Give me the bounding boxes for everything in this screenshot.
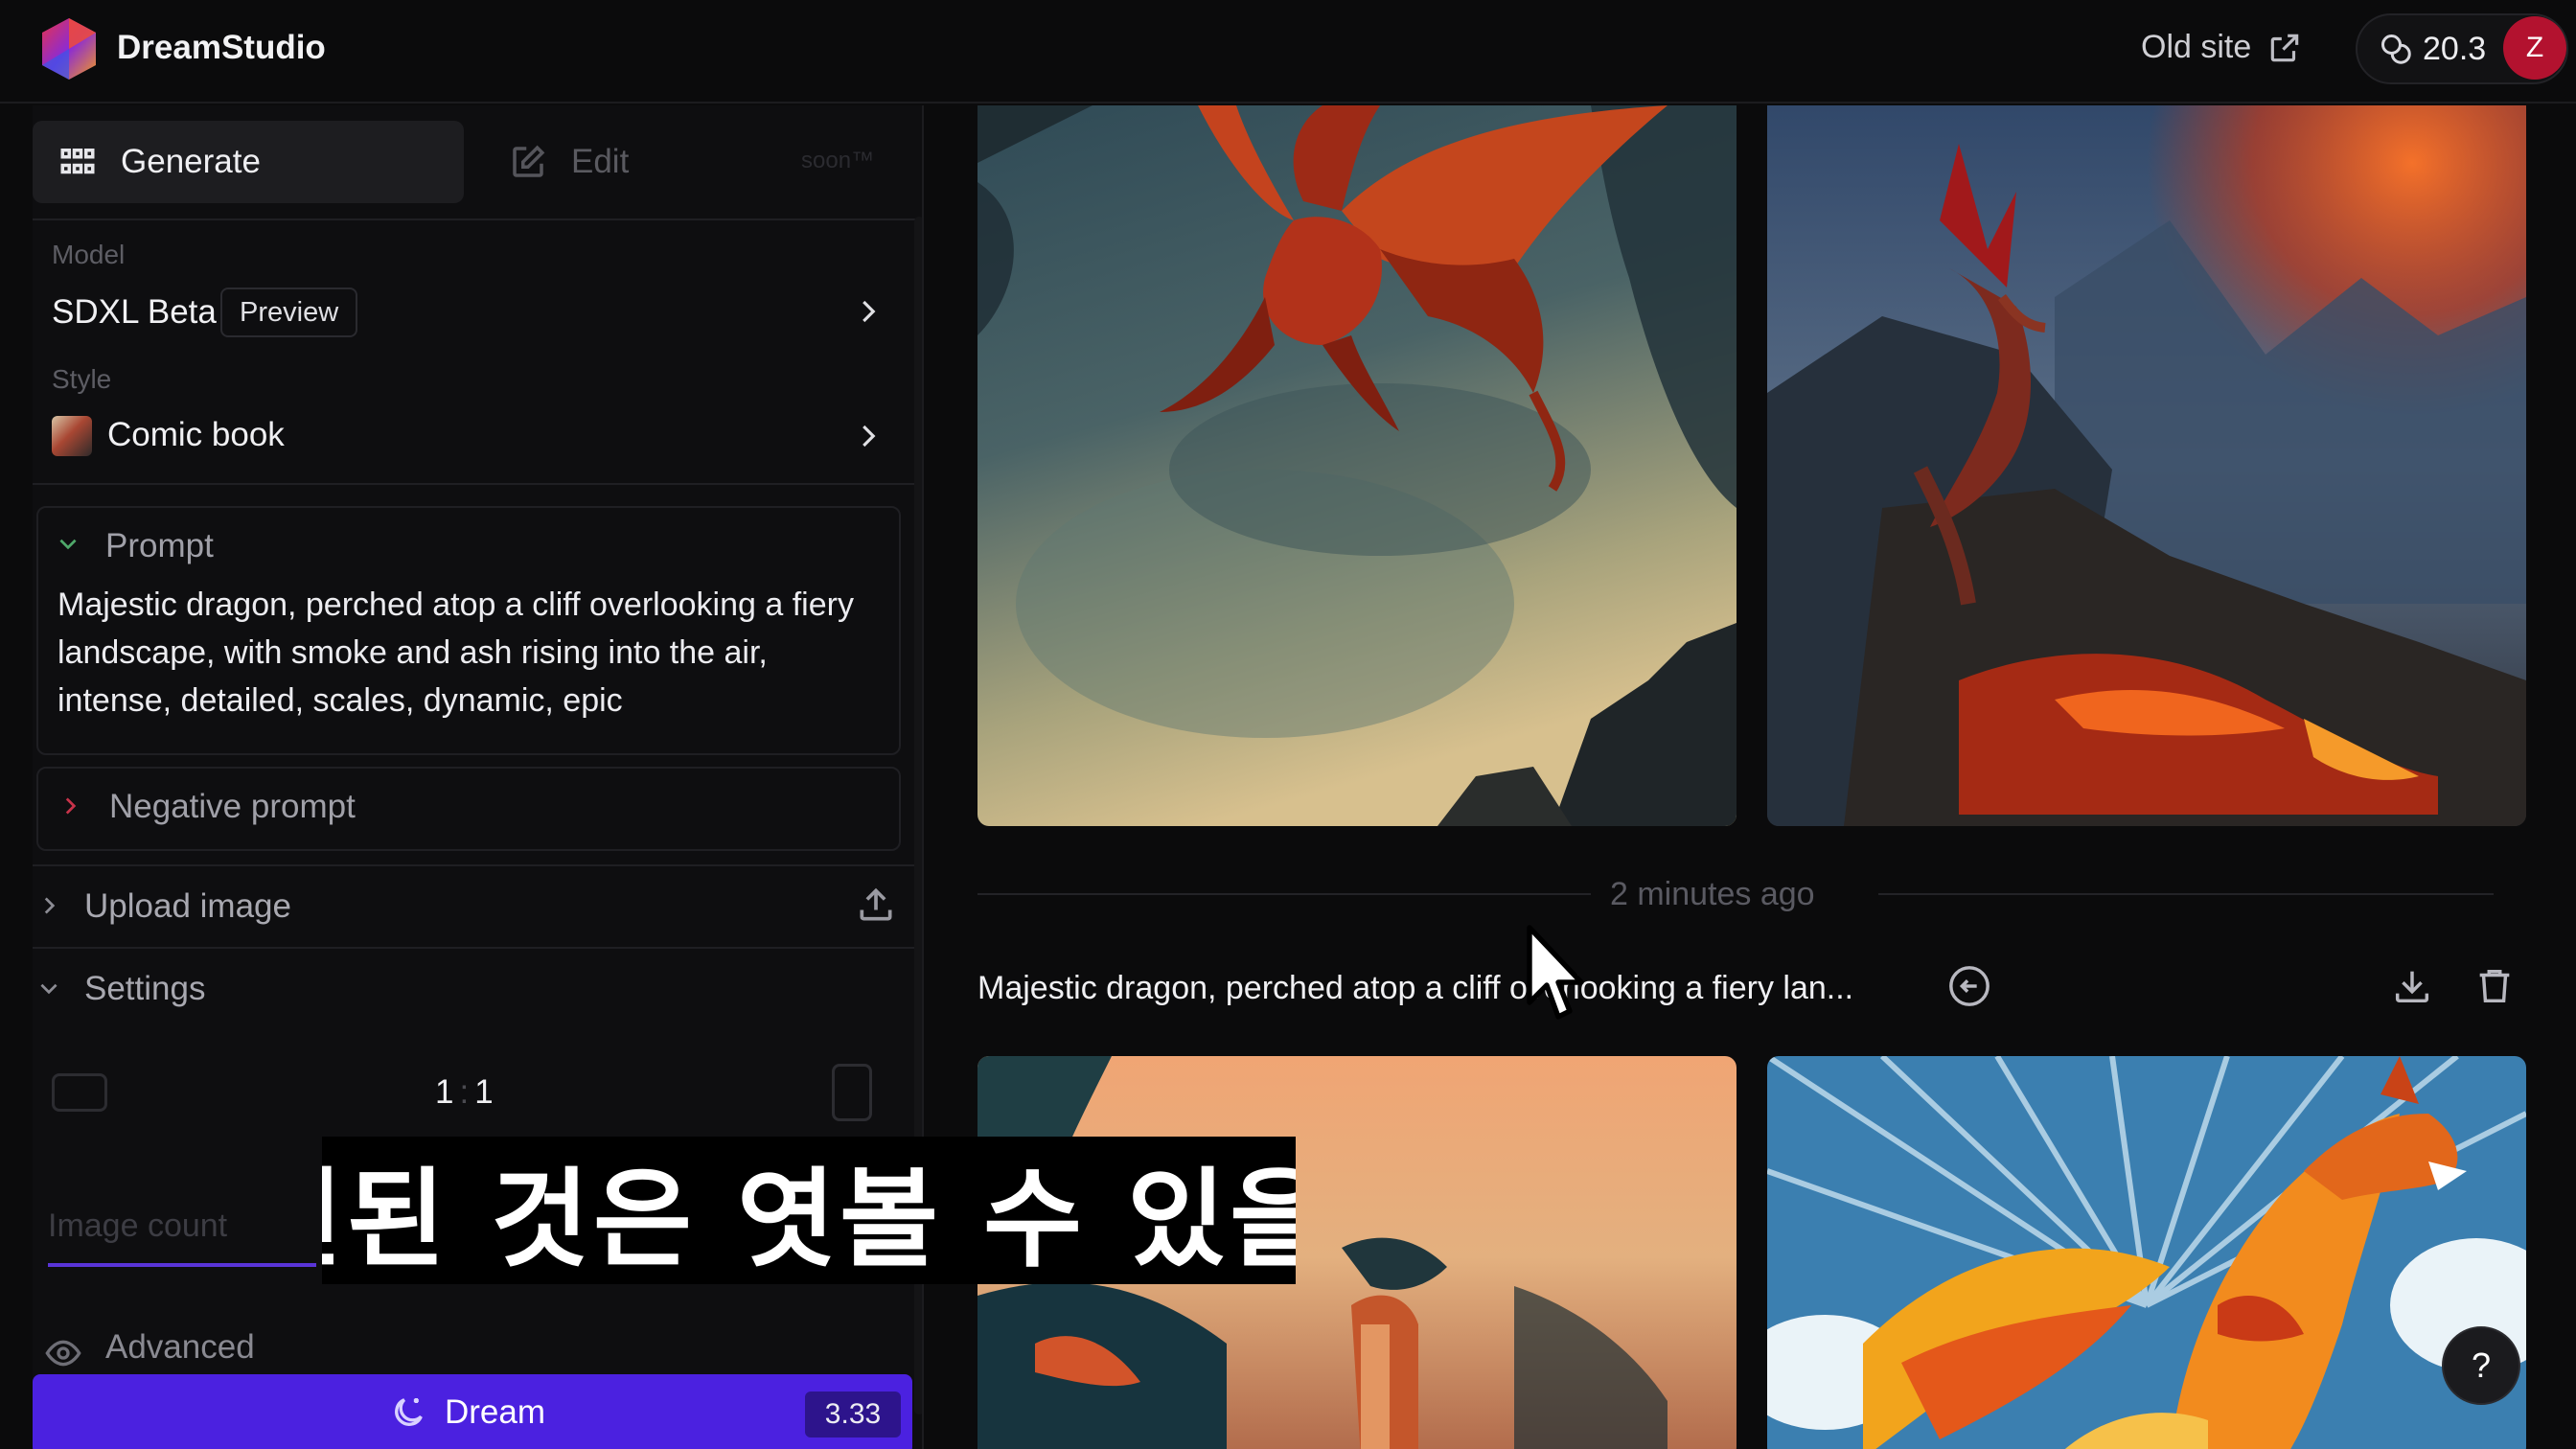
style-thumbnail [52,416,92,456]
generated-image[interactable] [978,105,1736,826]
ratio-height: 1 [474,1073,494,1111]
dream-button[interactable]: Dream 3.33 [33,1374,912,1449]
tab-generate-label: Generate [121,143,261,180]
preview-badge: Preview [220,288,358,337]
chevron-down-icon[interactable] [36,976,61,1000]
soon-label: soon™ [801,148,875,173]
style-value[interactable]: Comic book [107,416,285,454]
divider [33,947,922,949]
style-label: Style [52,364,112,394]
edit-icon [513,145,545,177]
prompt-label: Prompt [105,527,214,564]
tab-edit-label: Edit [571,143,630,180]
external-link-icon [2271,34,2299,61]
chevron-right-icon[interactable] [58,794,82,818]
download-icon[interactable] [2390,964,2434,1008]
trash-icon[interactable] [2472,964,2517,1008]
timestamp-divider: 2 minutes ago [978,864,2494,922]
moon-icon [395,1398,423,1426]
image-count-label: Image count [48,1208,228,1244]
timestamp: 2 minutes ago [1610,876,1815,912]
generation-prompt-title[interactable]: Majestic dragon, perched atop a cliff ov… [978,970,1853,1007]
mode-tabs: Generate Edit soon™ [33,121,922,213]
upload-image-label[interactable]: Upload image [84,887,291,926]
advanced-label[interactable]: Advanced [105,1328,255,1367]
user-avatar[interactable]: Z [2503,16,2566,80]
old-site-label: Old site [2141,29,2252,65]
grid-icon [60,149,95,174]
settings-label[interactable]: Settings [84,970,205,1008]
ratio-separator: : [459,1073,470,1111]
model-label: Model [52,240,126,269]
landscape-ratio-icon[interactable] [52,1073,107,1112]
eye-icon [45,1340,81,1367]
divider [1878,893,2494,895]
negative-prompt-label: Negative prompt [109,788,356,825]
video-subtitle: 그래도 개선된 것은 엿볼 수 있을 것 같고요 [322,1137,1296,1284]
top-bar: DreamStudio Old site 20.3 Z [0,0,2576,104]
generated-image[interactable] [1767,1056,2526,1449]
prompt-input[interactable]: Majestic dragon, perched atop a cliff ov… [58,581,882,724]
divider [33,218,922,220]
model-value[interactable]: SDXL Beta [52,293,217,332]
old-site-link[interactable]: Old site [2141,29,2303,66]
mouse-cursor-icon [1527,925,1584,1020]
aspect-ratio-value[interactable]: 1:1 [435,1073,494,1112]
credits-value: 20.3 [2423,30,2487,67]
ratio-width: 1 [435,1073,454,1111]
dream-cost-badge: 3.33 [805,1392,901,1438]
reuse-prompt-icon[interactable] [1947,964,1991,1008]
generated-image[interactable] [1767,105,2526,826]
divider [33,483,922,485]
coins-icon [2381,34,2411,64]
chevron-down-icon[interactable] [56,531,80,556]
image-count-slider[interactable] [48,1263,316,1267]
divider [978,893,1591,895]
help-button[interactable]: ? [2442,1326,2520,1405]
chevron-right-icon[interactable] [36,893,61,918]
upload-icon[interactable] [855,884,897,926]
dreamstudio-logo-icon[interactable] [36,16,102,81]
portrait-ratio-icon[interactable] [832,1064,872,1121]
brand-name: DreamStudio [117,29,326,66]
dream-button-label: Dream [445,1393,546,1431]
divider [33,864,922,866]
chevron-right-icon[interactable] [853,422,882,450]
chevron-right-icon[interactable] [853,297,882,326]
tab-generate[interactable]: Generate [33,121,464,203]
